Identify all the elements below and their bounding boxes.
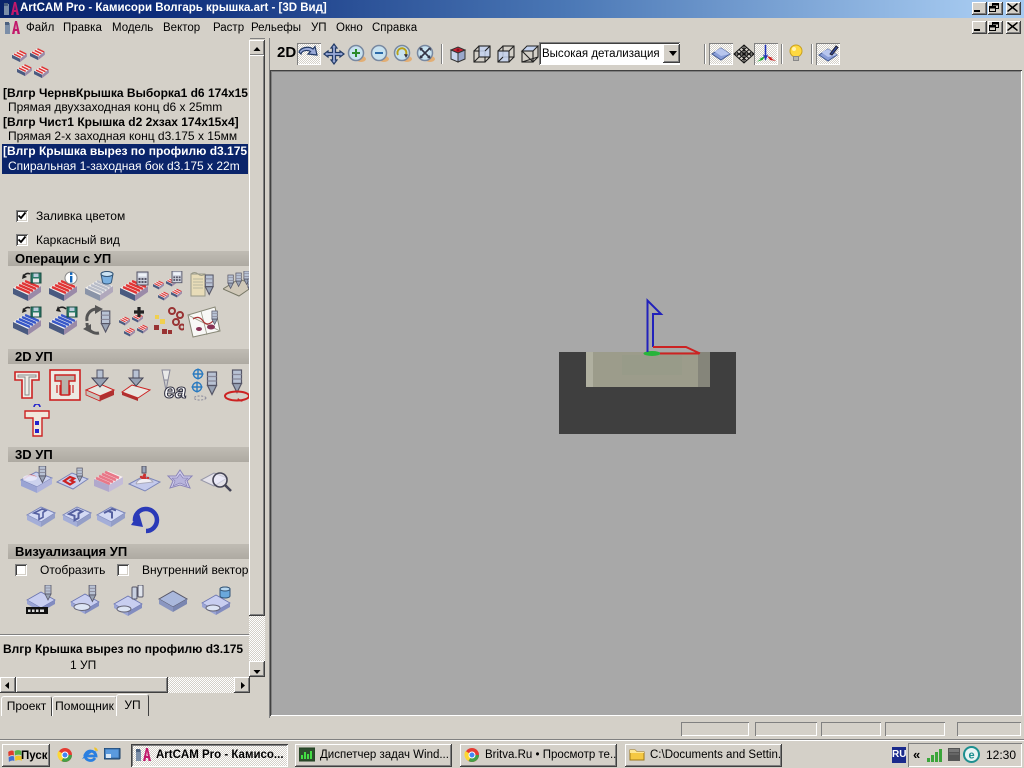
svg-text:e: e <box>968 750 974 762</box>
svg-text:ea: ea <box>164 381 186 402</box>
